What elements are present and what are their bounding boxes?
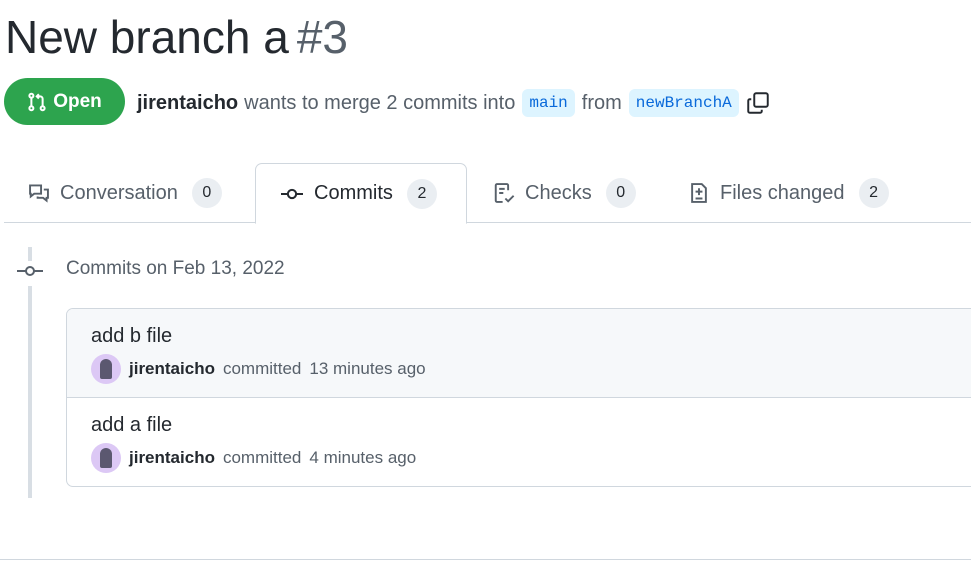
- checklist-icon: [494, 183, 515, 203]
- pr-title-text: New branch a: [5, 11, 289, 63]
- commit-icon: [281, 188, 303, 199]
- tab-label: Commits: [314, 182, 393, 204]
- comment-discussion-icon: [29, 184, 49, 203]
- avatar[interactable]: [91, 443, 121, 473]
- pr-tabs: Conversation 0 Commits 2 Checks 0 Files cha…: [4, 163, 971, 224]
- commit-verb: committed: [222, 448, 302, 467]
- commit-message[interactable]: add b file: [91, 325, 961, 348]
- commit-list: add b file jirentaicho committed 13 minute…: [66, 308, 971, 487]
- copy-icon[interactable]: [746, 91, 770, 115]
- commit-group-icon: [17, 261, 43, 286]
- commit-row: add b file jirentaicho committed 13 minute…: [67, 309, 971, 398]
- avatar[interactable]: [91, 354, 121, 384]
- file-diff-icon: [691, 183, 707, 203]
- tab-count: 2: [406, 178, 437, 209]
- author-link[interactable]: jirentaicho: [137, 92, 238, 115]
- commit-time: 4 minutes ago: [309, 448, 417, 467]
- commit-row: add a file jirentaicho committed 4 minutes…: [67, 398, 971, 486]
- git-pull-request-icon: [28, 92, 46, 111]
- head-branch[interactable]: newBranchA: [628, 89, 739, 117]
- tab-count: 2: [858, 178, 889, 208]
- divider: [0, 559, 971, 560]
- from-text: from: [581, 91, 622, 114]
- pr-number: #3: [296, 11, 348, 63]
- commit-verb: committed: [222, 359, 302, 378]
- commit-author[interactable]: jirentaicho: [129, 448, 215, 468]
- commit-message[interactable]: add a file: [91, 414, 961, 437]
- pr-meta: jirentaicho wants to merge 2 commits int…: [137, 89, 770, 117]
- tab-conversation[interactable]: Conversation 0: [4, 163, 246, 223]
- tab-label: Files changed: [720, 181, 845, 204]
- commit-author[interactable]: jirentaicho: [129, 359, 215, 379]
- commit-time: 13 minutes ago: [309, 359, 426, 378]
- tab-files-changed[interactable]: Files changed 2: [664, 163, 913, 223]
- tab-count: 0: [191, 178, 222, 208]
- state-badge: Open: [4, 78, 125, 125]
- tab-checks[interactable]: Checks 0: [469, 163, 660, 223]
- pr-title: New branch a #3: [5, 10, 348, 64]
- tab-commits[interactable]: Commits 2: [255, 163, 467, 224]
- tab-label: Checks: [525, 181, 592, 204]
- tab-count: 0: [605, 178, 636, 208]
- base-branch[interactable]: main: [522, 89, 575, 117]
- tab-label: Conversation: [60, 181, 178, 204]
- merge-text: wants to merge 2 commits into: [244, 91, 516, 114]
- commit-group-label: Commits on Feb 13, 2022: [66, 258, 285, 279]
- state-label: Open: [53, 90, 102, 112]
